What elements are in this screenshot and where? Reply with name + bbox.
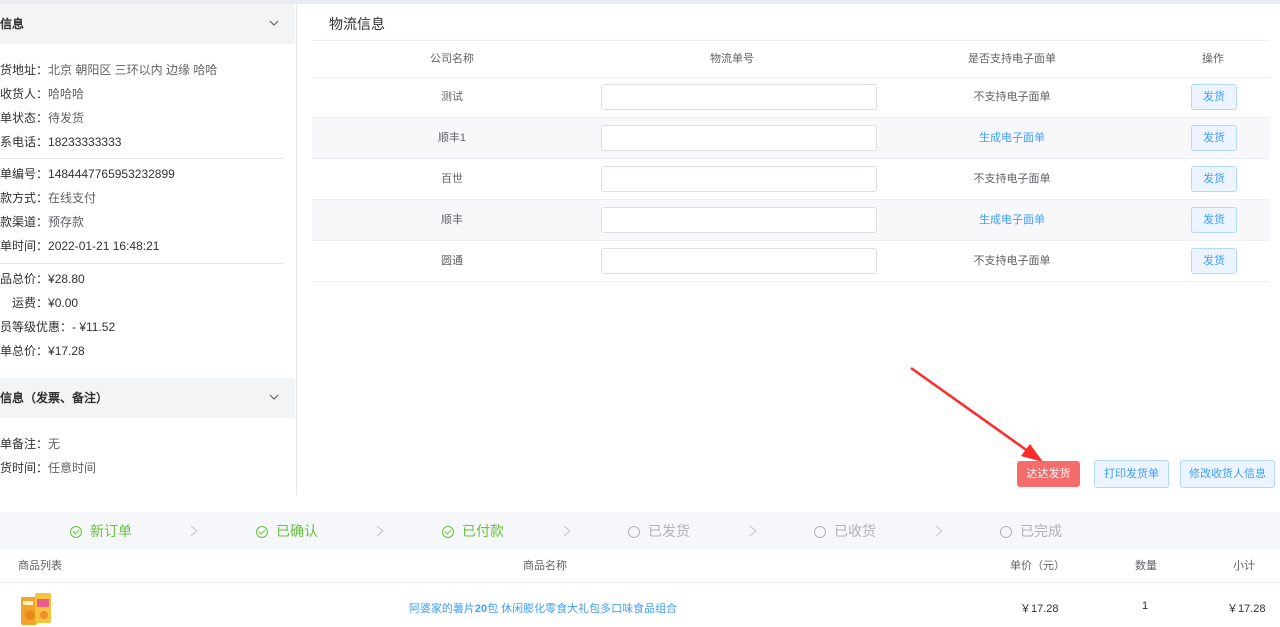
check-circle-icon [70, 526, 82, 538]
info-row-order-time: 单时间：2022-01-21 16:48:21 [0, 239, 160, 253]
dada-ship-button[interactable]: 达达发货 [1017, 461, 1080, 487]
subtotal: ￥17.28 [1227, 603, 1266, 615]
col-product-list: 商品列表 [18, 560, 62, 572]
info-row-order-no: 单编号：1484447765953232899 [0, 167, 175, 181]
check-circle-icon [256, 526, 268, 538]
check-circle-icon [442, 526, 454, 538]
col-product-name: 商品名称 [523, 560, 567, 572]
logistics-title: 物流信息 [329, 16, 385, 32]
generate-e-waybill-link[interactable]: 生成电子面单 [979, 118, 1045, 158]
tracking-number-input[interactable] [601, 125, 877, 151]
table-row: 顺丰1 生成电子面单 发货 [312, 118, 1270, 159]
product-row: 阿婆家的薯片20包 休闲膨化零食大礼包多口味食品组合 ￥17.28 1 ￥17.… [0, 583, 1280, 627]
ship-button[interactable]: 发货 [1191, 125, 1237, 151]
ship-button[interactable]: 发货 [1191, 248, 1237, 274]
order-info-panel: 信息 货地址：北京 朝阳区 三环以内 边缘 哈哈 收货人：哈哈哈 单状态：待发货… [0, 4, 297, 495]
circle-icon [628, 526, 640, 538]
table-row: 测试 不支持电子面单 发货 [312, 77, 1270, 118]
chevron-down-icon[interactable] [267, 16, 281, 30]
col-action: 操作 [1202, 53, 1224, 65]
company-name: 百世 [441, 173, 463, 185]
e-waybill-status: 不支持电子面单 [973, 91, 1051, 103]
ship-button[interactable]: 发货 [1191, 84, 1237, 110]
col-tracking-no: 物流单号 [710, 53, 754, 65]
step-completed: 已完成 [1000, 512, 1062, 550]
chevron-right-icon [749, 525, 757, 537]
info-row-address: 货地址：北京 朝阳区 三环以内 边缘 哈哈 [0, 63, 218, 77]
section-header-other-info[interactable]: 信息（发票、备注） [0, 378, 295, 418]
tracking-number-input[interactable] [601, 207, 877, 233]
table-row: 圆通 不支持电子面单 发货 [312, 241, 1270, 282]
step-paid: 已付款 [442, 512, 504, 550]
step-received: 已收货 [814, 512, 876, 550]
info-row-remark: 单备注：无 [0, 437, 61, 451]
divider [0, 158, 284, 159]
circle-icon [1000, 526, 1012, 538]
col-unit-price: 单价（元） [1010, 560, 1065, 572]
col-company: 公司名称 [430, 53, 474, 65]
e-waybill-status: 不支持电子面单 [973, 255, 1051, 267]
generate-e-waybill-link[interactable]: 生成电子面单 [979, 200, 1045, 240]
tracking-number-input[interactable] [601, 166, 877, 192]
info-row-pay-method: 款方式：在线支付 [0, 191, 97, 205]
ship-button[interactable]: 发货 [1191, 166, 1237, 192]
tracking-number-input[interactable] [601, 248, 877, 274]
order-progress-steps: 新订单 已确认 已付款 已发货 已收货 已完成 [0, 512, 1280, 550]
info-row-order-total: 单总价：¥17.28 [0, 344, 85, 358]
divider [0, 263, 284, 264]
company-name: 顺丰1 [437, 132, 467, 144]
tracking-number-input[interactable] [601, 84, 877, 110]
product-name-link[interactable]: 阿婆家的薯片20包 休闲膨化零食大礼包多口味食品组合 [409, 600, 677, 616]
chevron-down-icon[interactable] [267, 390, 281, 404]
step-new-order: 新订单 [70, 512, 132, 550]
chevron-right-icon [935, 525, 943, 537]
section-title: 信息（发票、备注） [0, 391, 109, 405]
info-row-status: 单状态：待发货 [0, 111, 85, 125]
ship-button[interactable]: 发货 [1191, 207, 1237, 233]
e-waybill-status: 不支持电子面单 [973, 173, 1051, 185]
info-row-phone: 系电话：18233333333 [0, 135, 122, 149]
info-row-receiver: 收货人：哈哈哈 [0, 87, 85, 101]
info-row-pay-channel: 款渠道：预存款 [0, 215, 85, 229]
col-subtotal: 小计 [1233, 560, 1255, 572]
product-table-header: 商品列表 商品名称 单价（元） 数量 小计 [0, 551, 1280, 583]
unit-price: ￥17.28 [1020, 603, 1059, 615]
chevron-right-icon [376, 525, 384, 537]
table-row: 顺丰 生成电子面单 发货 [312, 200, 1270, 241]
company-name: 测试 [441, 91, 463, 103]
logistics-panel: 物流信息 公司名称 物流单号 是否支持电子面单 操作 测试 不支持电子面单 发货… [297, 4, 1280, 495]
info-row-member-discount: 员等级优惠：- ¥11.52 [0, 320, 116, 334]
table-row: 百世 不支持电子面单 发货 [312, 159, 1270, 200]
table-header: 公司名称 物流单号 是否支持电子面单 操作 [312, 40, 1270, 78]
step-confirmed: 已确认 [256, 512, 318, 550]
info-row-goods-total: 品总价：¥28.80 [0, 272, 85, 286]
quantity: 1 [1142, 600, 1149, 612]
chevron-right-icon [190, 525, 198, 537]
print-delivery-note-button[interactable]: 打印发货单 [1094, 460, 1169, 488]
company-name: 圆通 [441, 255, 463, 267]
step-shipped: 已发货 [628, 512, 690, 550]
circle-icon [814, 526, 826, 538]
col-quantity: 数量 [1135, 560, 1157, 572]
info-row-delivery-time: 货时间：任意时间 [0, 461, 97, 475]
edit-receiver-button[interactable]: 修改收货人信息 [1180, 460, 1275, 488]
product-thumbnail[interactable] [18, 591, 56, 627]
col-e-waybill: 是否支持电子面单 [968, 53, 1056, 65]
section-header-order-info[interactable]: 信息 [0, 4, 295, 44]
company-name: 顺丰 [441, 214, 463, 226]
chevron-right-icon [563, 525, 571, 537]
info-row-shipping-fee: 运费：¥0.00 [12, 296, 79, 310]
section-title: 信息 [0, 17, 25, 31]
